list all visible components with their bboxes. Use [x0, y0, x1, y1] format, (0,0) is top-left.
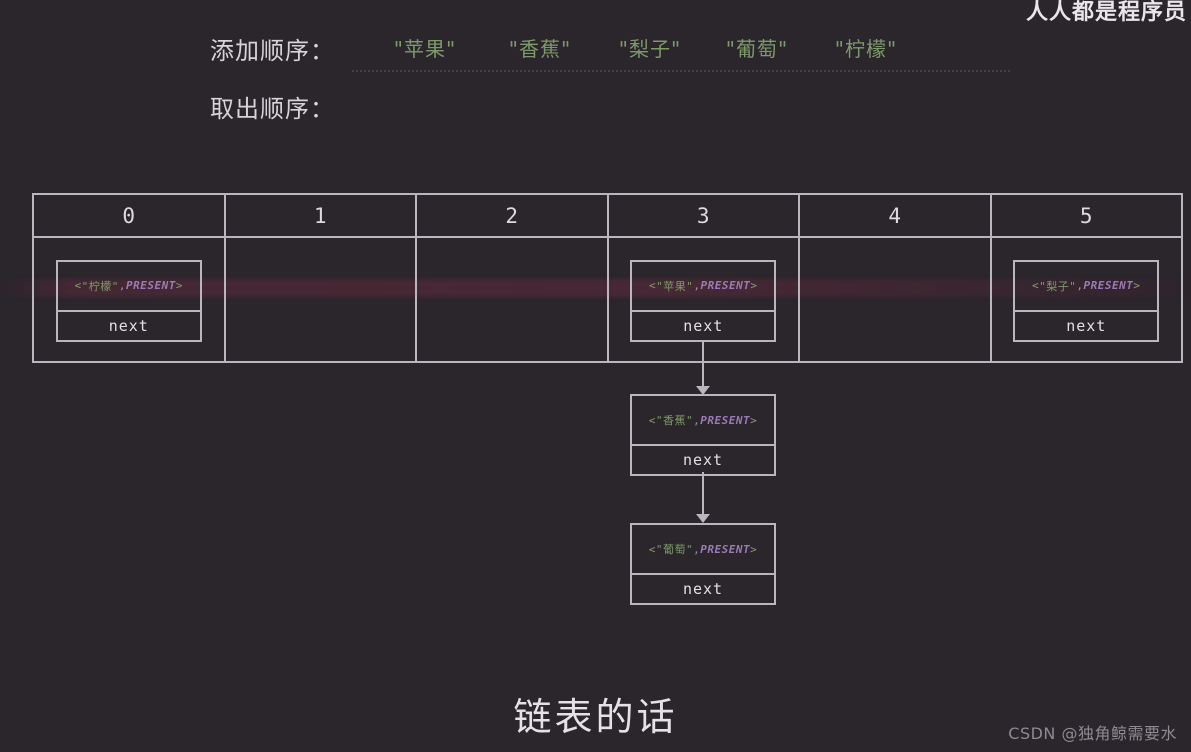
chain-node-grape-box-open-angle: <	[648, 542, 656, 556]
bucket-cell-1	[226, 238, 417, 363]
node-bucket-5-state: PRESENT	[1083, 279, 1134, 292]
add-order-fruit-3: "葡萄"	[725, 37, 789, 61]
chain-node-banana-box-state: PRESENT	[700, 413, 751, 427]
node-bucket-0-next-pointer: next	[108, 316, 149, 335]
add-order-fruit-1: "香蕉"	[508, 37, 572, 61]
chain-node-banana-box-next-pointer: next	[682, 451, 724, 469]
bucket-cell-5: < "梨子", PRESENT > next	[992, 238, 1182, 363]
take-order-label: 取出顺序：	[210, 95, 335, 123]
node-bucket-5-key-string: "梨子"	[1039, 279, 1077, 293]
node-bucket-0-open-angle: <	[74, 279, 82, 292]
bucket-header-2: 2	[417, 195, 609, 238]
bucket-cell-4	[800, 238, 992, 363]
chain-node-grape: < "葡萄", PRESENT > next	[630, 523, 776, 605]
node-bucket-5: < "梨子", PRESENT > next	[1013, 259, 1160, 342]
chain-node-banana-box-open-angle: <	[648, 413, 656, 427]
slide-canvas: 人人都是程序员 添加顺序： 取出顺序： "苹果" "香蕉" "梨子" "葡萄" "柠檬"…	[0, 0, 1191, 752]
chain-node-grape-box-value: < "葡萄", PRESENT >	[632, 525, 774, 575]
connector-line-apple-to-banana	[702, 342, 704, 388]
chain-node-grape-box: < "葡萄", PRESENT > next	[630, 523, 776, 605]
watermark-text: CSDN @独角鲸需要水	[1008, 724, 1177, 743]
node-bucket-0-state: PRESENT	[126, 279, 176, 292]
add-order-fruit-2: "梨子"	[618, 37, 682, 61]
node-bucket-0: < "柠檬", PRESENT > next	[55, 259, 202, 342]
chain-node-banana: < "香蕉", PRESENT > next	[630, 394, 776, 476]
chain-node-grape-box-key-string: "葡萄"	[655, 543, 694, 556]
node-bucket-5-close-angle: >	[1133, 279, 1141, 292]
node-bucket-3-close-angle: >	[750, 279, 758, 292]
node-bucket-3-open-angle: <	[649, 279, 657, 292]
bucket-header-0: 0	[34, 195, 226, 238]
top-banner-text: 人人都是程序员	[1025, 0, 1187, 25]
connector-line-banana-to-grape	[702, 472, 704, 516]
arrowhead-icon-to-grape	[696, 514, 710, 523]
node-bucket-5-open-angle: <	[1032, 279, 1040, 292]
node-bucket-0-close-angle: >	[175, 279, 183, 292]
node-bucket-3-value: < "苹果", PRESENT >	[632, 262, 775, 312]
chain-node-grape-box-next-pointer: next	[682, 580, 724, 598]
node-bucket-3: < "苹果", PRESENT > next	[630, 259, 777, 342]
chain-node-grape-box-close-angle: >	[750, 542, 758, 556]
node-bucket-3-key-string: "苹果"	[656, 279, 694, 293]
node-bucket-5-separator: ,	[1076, 279, 1084, 292]
node-bucket-0-key-string: "柠檬"	[81, 279, 119, 293]
bucket-cell-0: < "柠檬", PRESENT > next	[34, 238, 226, 363]
chain-node-banana-box: < "香蕉", PRESENT > next	[630, 394, 776, 476]
bucket-header-1: 1	[225, 195, 417, 238]
node-bucket-5-value: < "梨子", PRESENT >	[1015, 262, 1158, 312]
node-bucket-3-state: PRESENT	[700, 279, 751, 292]
dotted-divider	[352, 70, 1010, 72]
bucket-header-5: 5	[991, 195, 1181, 238]
bucket-header-4: 4	[800, 195, 992, 238]
node-bucket-3-separator: ,	[693, 279, 701, 292]
chain-node-grape-box-state: PRESENT	[700, 542, 751, 556]
chain-node-banana-box-close-angle: >	[750, 413, 758, 427]
node-bucket-5-next-pointer: next	[1066, 316, 1107, 335]
chain-node-banana-box-separator: ,	[693, 413, 701, 427]
node-bucket-0-separator: ,	[118, 279, 126, 292]
chain-node-grape-box-separator: ,	[693, 542, 701, 556]
hash-bucket-table: 012345 < "柠檬", PRESENT > next < "苹果", PRESEN…	[32, 193, 1183, 363]
chain-node-banana-box-key-string: "香蕉"	[655, 414, 694, 427]
add-order-fruit-list: "苹果" "香蕉" "梨子" "葡萄" "柠檬"	[360, 33, 1010, 63]
add-order-fruit-4: "柠檬"	[834, 37, 898, 61]
bucket-cell-2	[417, 238, 609, 363]
bucket-header-3: 3	[608, 195, 800, 238]
node-bucket-0-value: < "柠檬", PRESENT >	[57, 262, 200, 312]
chain-node-banana-box-value: < "香蕉", PRESENT >	[632, 396, 774, 446]
bucket-cell-3: < "苹果", PRESENT > next	[609, 238, 800, 363]
node-bucket-3-next-pointer: next	[683, 316, 724, 335]
table-body-row: < "柠檬", PRESENT > next < "苹果", PRESENT > next…	[34, 238, 1181, 363]
table-header-row: 012345	[34, 195, 1181, 238]
add-order-fruit-0: "苹果"	[393, 37, 457, 61]
add-order-label: 添加顺序：	[210, 37, 335, 65]
